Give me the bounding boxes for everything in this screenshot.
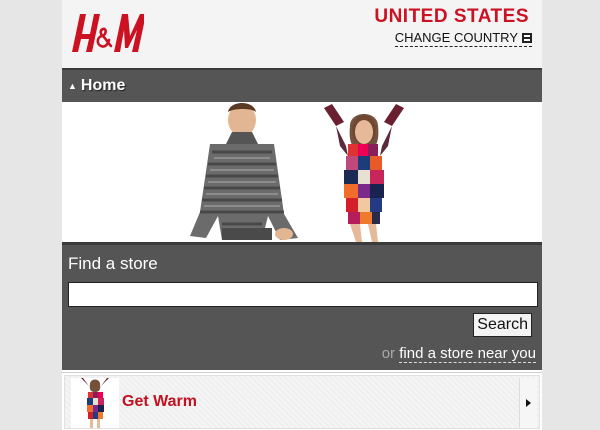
chevron-right-icon[interactable]: [519, 378, 537, 428]
find-store-near-you-link[interactable]: find a store near you: [399, 345, 536, 363]
find-store-panel: Find a store Search or find a store near…: [62, 242, 542, 370]
or-text: or: [381, 345, 396, 362]
hm-logo[interactable]: [72, 6, 144, 58]
header: UNITED STATES CHANGE COUNTRY: [62, 0, 542, 68]
store-search-input[interactable]: [68, 282, 538, 307]
breadcrumb: ▲ Home: [62, 68, 542, 102]
promo-item-body[interactable]: Get Warm: [64, 375, 540, 429]
swap-icon: [522, 32, 532, 43]
country-label: UNITED STATES: [374, 6, 529, 27]
promo-list-item[interactable]: Get Warm: [62, 372, 542, 430]
arrow-shape: [526, 399, 531, 407]
promo-title[interactable]: Get Warm: [122, 393, 197, 411]
hero-image-man: [190, 103, 298, 240]
hero-banner[interactable]: [62, 102, 542, 242]
find-store-title: Find a store: [68, 254, 158, 273]
promo-thumbnail: [71, 378, 119, 428]
page: UNITED STATES CHANGE COUNTRY ▲ Home Find…: [62, 0, 542, 430]
search-button[interactable]: Search: [473, 313, 532, 337]
home-icon: ▲: [68, 81, 77, 91]
home-link[interactable]: Home: [81, 77, 125, 95]
find-store-near-row: or find a store near you: [381, 345, 536, 363]
change-country-link[interactable]: CHANGE COUNTRY: [394, 30, 532, 47]
hero-image-woman: [324, 104, 404, 242]
change-country-label: CHANGE COUNTRY: [394, 30, 518, 45]
